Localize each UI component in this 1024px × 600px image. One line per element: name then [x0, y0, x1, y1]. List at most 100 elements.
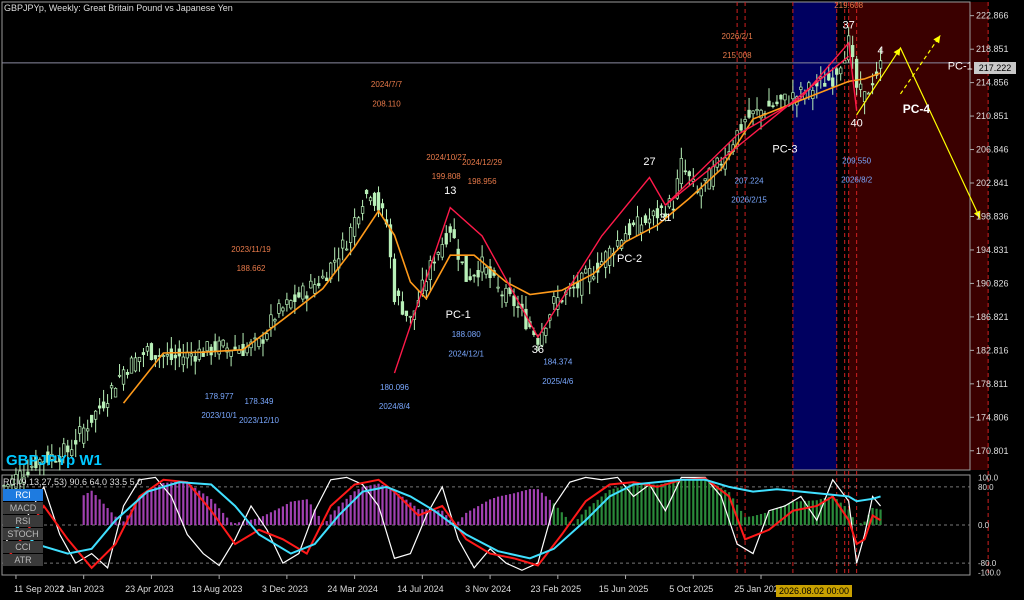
candle-body [356, 217, 361, 225]
candle-body [751, 110, 755, 115]
indicator-button-cci[interactable]: CCI [3, 541, 43, 553]
candle-body [161, 355, 166, 357]
candle-body [169, 348, 173, 360]
candle-body [253, 337, 257, 340]
candle-body [325, 277, 329, 282]
y-tick-label: 174.806 [976, 412, 1009, 422]
candle-body [333, 259, 337, 263]
candle-body [779, 94, 783, 100]
date-annotation: 2024/12/29 [462, 158, 503, 167]
candle-body [687, 171, 691, 177]
candle-body [133, 357, 138, 372]
rci-header: RCI(9,13,27,53) 90.6 64.0 33.5 5.0 [3, 477, 143, 487]
low-annotation: 209.550 [842, 156, 871, 165]
candle-body [101, 401, 106, 409]
candle-body [189, 353, 193, 357]
wave-label: PC-3 [772, 143, 797, 155]
low-annotation: 178.977 [205, 392, 234, 401]
indicator-button-macd[interactable]: MACD [3, 502, 43, 514]
candle-body [460, 261, 464, 264]
candle-body [866, 92, 871, 95]
indicator-button-rci[interactable]: RCI [3, 489, 43, 501]
candle-body [74, 440, 78, 445]
candle-body [345, 248, 349, 251]
low-annotation: 2023/12/10 [239, 416, 280, 425]
candle-body [504, 287, 508, 303]
candle-body [66, 445, 70, 453]
chart-title: GBPJPYp, Weekly: Great Britain Pound vs … [4, 3, 233, 13]
candle-body [827, 73, 831, 81]
candle-body [257, 337, 261, 348]
candle-body [739, 124, 743, 131]
date-annotation: 199.808 [432, 172, 461, 181]
y-tick-label: 202.841 [976, 178, 1009, 188]
low-annotation: 188.080 [452, 330, 481, 339]
candle-body [719, 163, 723, 166]
candle-body [592, 276, 596, 280]
candle-body [285, 299, 289, 305]
rci-level-label: -80.0 [978, 559, 997, 568]
candle-body [771, 105, 775, 108]
candle-body [165, 354, 170, 357]
candle-body [572, 286, 576, 289]
y-tick-label: 194.831 [976, 245, 1009, 255]
candle-body [500, 294, 504, 297]
candle-body [472, 274, 476, 277]
candle-body [755, 109, 759, 112]
chart-canvas: 13 36 27 31 37 40 4 PC-1 PC-2 PC-3 PC-4 PC-1 2024/7/… [1, 1, 1009, 594]
candle-body [221, 339, 225, 347]
wave-label: 13 [444, 185, 456, 197]
candle-body [313, 284, 317, 294]
candle-body [301, 285, 305, 300]
date-annotation: 219.608 [834, 1, 863, 10]
candle-body [404, 310, 409, 316]
date-annotation: 2024/7/7 [371, 80, 403, 89]
candle-body [305, 295, 309, 299]
y-tick-label: 214.856 [976, 78, 1009, 88]
candle-body [289, 300, 293, 309]
low-annotation: 2025/4/6 [542, 377, 574, 386]
candle-body [679, 158, 683, 185]
wave-label: PC-1 [446, 309, 471, 321]
candle-body [623, 233, 628, 242]
rci-panel [2, 476, 970, 571]
indicator-button-stoch[interactable]: STOCH [3, 528, 43, 540]
candle-body [360, 206, 365, 214]
candle-body [464, 255, 468, 282]
date-annotation: 198.956 [468, 177, 497, 186]
candle-body [615, 240, 620, 247]
indicator-button-atr[interactable]: ATR [3, 554, 43, 566]
candle-body [436, 252, 440, 255]
candle-body [145, 346, 150, 352]
candle-body [297, 292, 301, 298]
candle-body [456, 248, 460, 260]
candle-body [153, 355, 158, 360]
candle-body [639, 224, 644, 233]
wave-label: PC-1 [948, 61, 973, 73]
rci-level-label: 100.0 [978, 473, 999, 482]
candle-body [78, 426, 82, 434]
y-tick-label: 178.811 [976, 379, 1008, 389]
y-tick-label: 206.846 [976, 145, 1009, 155]
candle-body [878, 60, 883, 69]
candle-body [703, 178, 707, 182]
candle-body [233, 346, 237, 350]
candle-body [452, 229, 456, 239]
x-tick-label: 23 Feb 2025 [531, 584, 582, 594]
candle-body [747, 109, 751, 118]
candle-body [627, 223, 632, 236]
candle-body [129, 357, 134, 374]
x-tick-label: 15 Jun 2025 [599, 584, 649, 594]
low-annotation: 2024/12/1 [448, 349, 484, 358]
date-annotation: 2023/11/19 [231, 245, 271, 254]
indicator-button-rsi[interactable]: RSI [3, 515, 43, 527]
y-tick-label: 218.851 [976, 44, 1009, 54]
candle-body [516, 306, 520, 308]
candle-body [783, 93, 787, 101]
candle-body [273, 319, 277, 322]
candle-body [851, 45, 855, 58]
candle-body [400, 301, 405, 315]
candle-body [584, 268, 588, 274]
candle-body [90, 414, 94, 423]
candle-body [376, 192, 381, 211]
